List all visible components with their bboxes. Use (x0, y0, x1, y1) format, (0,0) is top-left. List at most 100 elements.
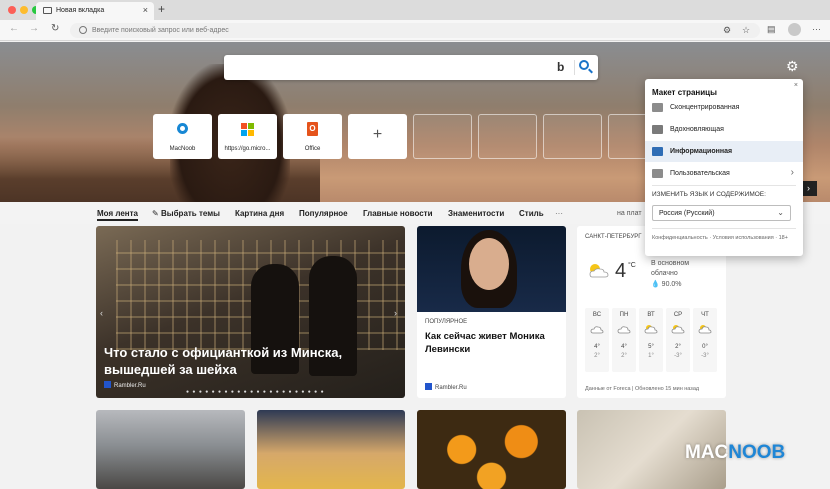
favorite-star-icon[interactable]: ☆ (742, 25, 750, 36)
forecast-low: -3° (701, 353, 709, 359)
layout-option-custom[interactable]: Пользовательская › (645, 163, 803, 184)
page-layout-flyout: × Макет страницы Сконцентрированная Вдох… (645, 79, 803, 256)
feed-tab-choose-topics[interactable]: Выбрать темы (161, 209, 220, 218)
navigation-bar: ← → ↻ Введите поисковый запрос или веб-а… (0, 20, 830, 41)
web-search-box[interactable]: b (224, 55, 598, 80)
feed-tab-popular[interactable]: Популярное (299, 209, 348, 218)
layout-option-focused[interactable]: Сконцентрированная (645, 97, 803, 118)
chevron-right-icon: › (790, 167, 794, 178)
weather-footer: Данные от Foreca | Обновлено 15 мин наза… (585, 386, 700, 392)
collections-icon[interactable]: ▤ (767, 24, 776, 35)
quick-link-microsoft[interactable]: https://go.micro... (218, 114, 277, 159)
forecast-day[interactable]: ЧТ 0° -3° (693, 308, 717, 372)
layout-option-informational[interactable]: Информационная (645, 141, 803, 162)
forecast-day[interactable]: ВС 4° 2° (585, 308, 609, 372)
minimize-window-button[interactable] (20, 6, 28, 14)
news-card-popular[interactable]: ПОПУЛЯРНОЕ Как сейчас живет Моника Левин… (417, 226, 566, 398)
layout-informational-icon (652, 147, 663, 156)
layout-option-label: Пользовательская (670, 170, 730, 177)
quick-link-label: Office (304, 146, 321, 152)
new-tab-button[interactable]: + (158, 2, 165, 16)
card-source: Rambler.Ru (425, 383, 467, 391)
weather-desc-line: В основном (651, 260, 690, 267)
back-icon[interactable]: ← (9, 23, 19, 34)
empty-quick-link-slot[interactable] (478, 114, 537, 159)
language-select-value: Россия (Русский) (659, 210, 715, 217)
feed-tab-style[interactable]: Стиль (519, 209, 544, 218)
forecast-day-name: ЧТ (701, 312, 709, 318)
rambler-icon (425, 383, 432, 390)
empty-quick-link-slot[interactable] (543, 114, 602, 159)
quick-link-macnoob[interactable]: MacNoob (153, 114, 212, 159)
plus-icon: + (372, 126, 383, 143)
forecast-high: 4° (621, 344, 627, 350)
cloud-icon (617, 326, 631, 334)
tab-new-tab[interactable]: Новая вкладка × (36, 2, 154, 20)
card-image (417, 226, 566, 312)
forecast-day-name: СР (673, 312, 683, 318)
card-headline[interactable]: Как сейчас живет Моника Левински (425, 330, 560, 356)
feed-more-button[interactable]: ··· (555, 209, 563, 218)
refresh-icon[interactable]: ↻ (51, 23, 59, 34)
forecast-low: -3° (674, 353, 682, 359)
privacy-links[interactable]: Конфиденциальность · Условия использован… (652, 234, 798, 243)
forecast-low: 2° (594, 353, 600, 359)
layout-option-inspirational[interactable]: Вдохновляющая (645, 119, 803, 140)
featured-source: Rambler.Ru (104, 381, 146, 389)
more-menu-icon[interactable]: ··· (812, 24, 821, 34)
news-card[interactable] (417, 410, 566, 489)
microsoft-logo-icon (241, 123, 254, 136)
forecast-day[interactable]: ВТ 5° 1° (639, 308, 663, 372)
forecast-high: 5° (648, 344, 654, 350)
partly-cloudy-icon (589, 264, 609, 278)
pencil-icon (652, 169, 663, 178)
add-quick-link-button[interactable]: + (348, 114, 407, 159)
partner-text: на плат (617, 210, 642, 217)
next-slide-icon[interactable]: › (394, 308, 397, 318)
partly-sunny-icon (671, 325, 685, 334)
tab-bar: Новая вкладка × + (0, 0, 830, 20)
layout-inspirational-icon (652, 125, 663, 134)
quick-link-office[interactable]: O Office (283, 114, 342, 159)
precipitation-value: 90.0% (661, 281, 682, 288)
partly-sunny-icon (698, 325, 712, 334)
prev-slide-icon[interactable]: ‹ (100, 308, 103, 318)
chevron-down-icon: ⌄ (777, 208, 784, 217)
partly-sunny-icon (644, 325, 658, 334)
forecast-day[interactable]: ПН 4° 2° (612, 308, 636, 372)
news-card[interactable] (96, 410, 245, 489)
forecast-day[interactable]: СР 2° -3° (666, 308, 690, 372)
weather-description: В основном облачно (651, 259, 689, 279)
empty-quick-link-slot[interactable] (413, 114, 472, 159)
feed-tab-top-stories[interactable]: Картина дня (235, 209, 284, 218)
source-label: Rambler.Ru (435, 385, 467, 391)
forecast-low: 2° (621, 353, 627, 359)
address-bar[interactable]: Введите поисковый запрос или веб-адрес ⚙… (70, 23, 760, 38)
featured-headline[interactable]: Что стало с официанткой из Минска, вышед… (104, 344, 394, 378)
forecast-high: 2° (675, 344, 681, 350)
weather-temperature: 4 (615, 260, 627, 282)
feed-tab-my-feed[interactable]: Моя лента (97, 209, 138, 221)
macnoob-icon (177, 123, 188, 134)
news-card-featured[interactable]: ‹ › Что стало с официанткой из Минска, в… (96, 226, 405, 398)
forward-icon[interactable]: → (29, 23, 39, 34)
close-window-button[interactable] (8, 6, 16, 14)
page-settings-gear-icon[interactable]: ⚙ (786, 58, 799, 75)
tracking-icon[interactable]: ⚙ (723, 25, 731, 36)
forecast-high: 4° (594, 344, 600, 350)
news-card[interactable] (257, 410, 405, 489)
tab-title: Новая вкладка (56, 7, 105, 14)
search-icon[interactable] (579, 60, 589, 70)
feed-tab-main-news[interactable]: Главные новости (363, 209, 433, 218)
globe-icon (79, 26, 87, 34)
carousel-dots[interactable]: ● ● ● ● ● ● ● ● ● ● ● ● ● ● ● ● ● ● ● ● … (186, 389, 325, 395)
language-select[interactable]: Россия (Русский) ⌄ (652, 205, 791, 221)
card-category: ПОПУЛЯРНОЕ (425, 319, 468, 325)
weather-unit[interactable]: °C (628, 262, 636, 269)
tab-close-icon[interactable]: × (143, 5, 148, 15)
flyout-close-icon[interactable]: × (794, 82, 798, 89)
flyout-heading: Макет страницы (652, 88, 717, 97)
profile-avatar[interactable] (788, 23, 801, 36)
feed-tab-celebrities[interactable]: Знаменитости (448, 209, 504, 218)
layout-option-label: Информационная (670, 148, 733, 155)
